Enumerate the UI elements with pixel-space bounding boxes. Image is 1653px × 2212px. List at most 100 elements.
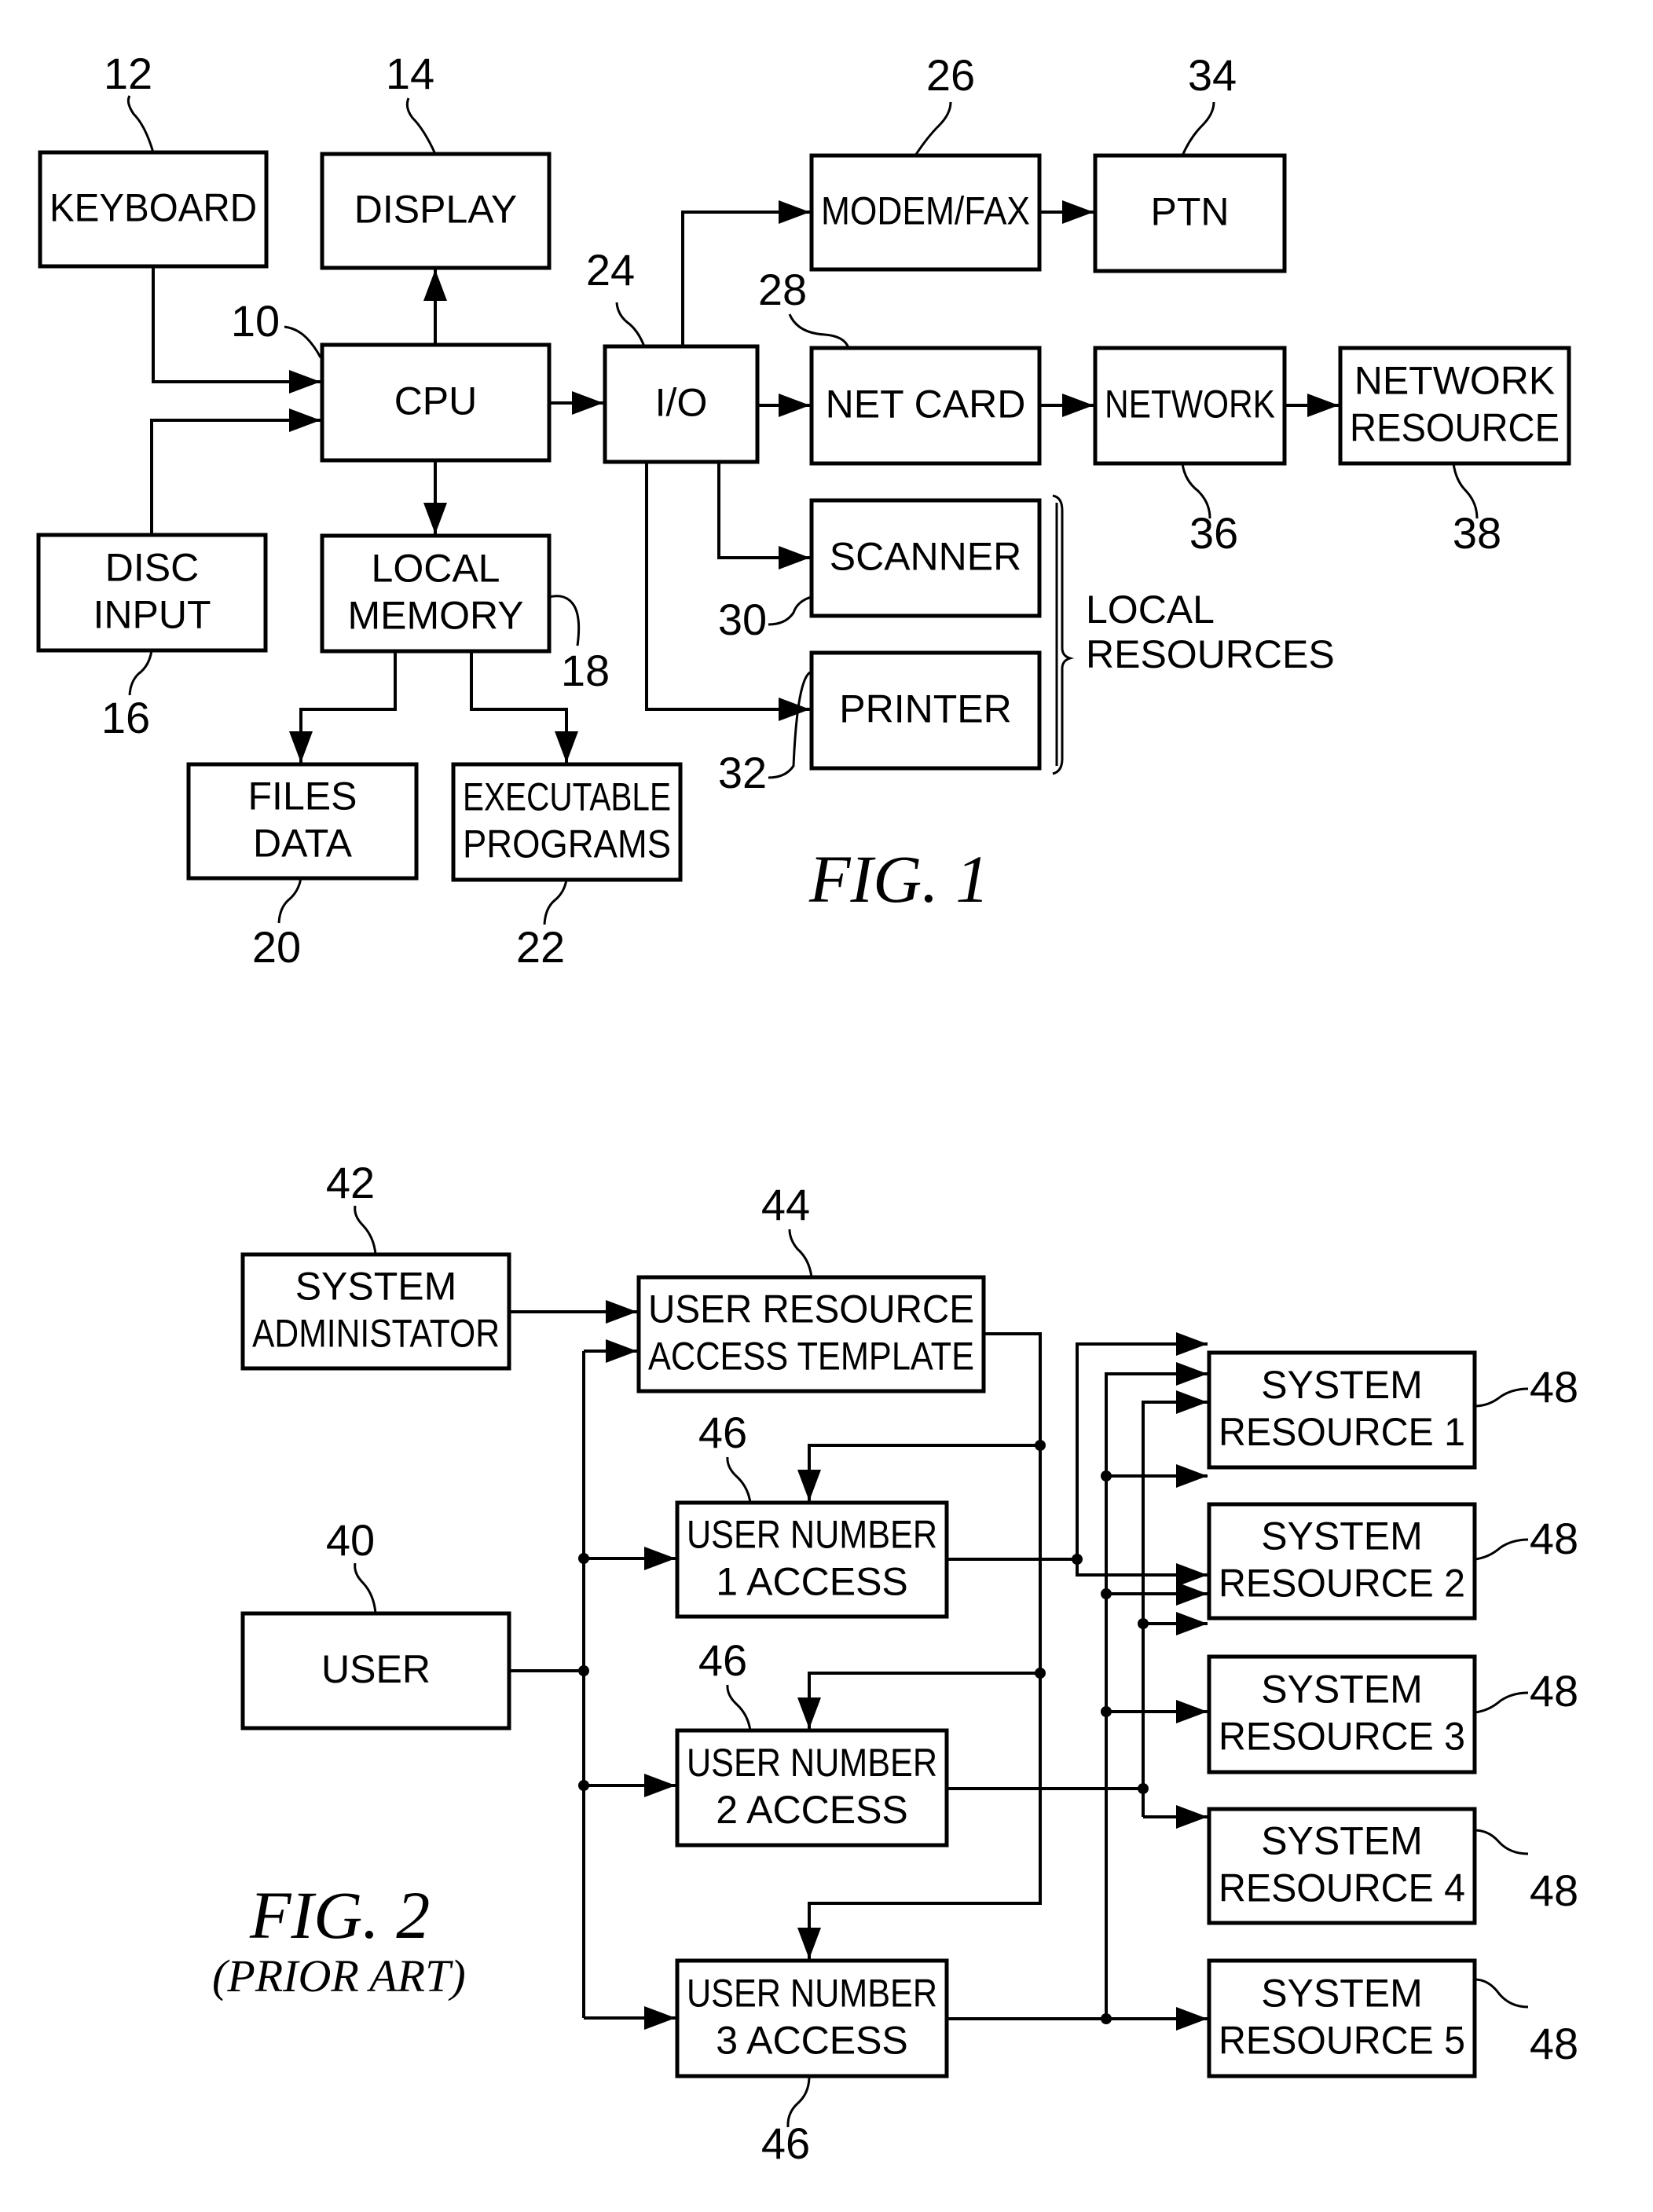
reference-numeral-user-number-3-access: 46	[761, 2119, 810, 2168]
reference-numeral-system-resource-2: 48	[1530, 1514, 1578, 1563]
reference-numeral-user-resource-access-template: 44	[761, 1180, 810, 1229]
block-ptn: PTN 34	[1093, 50, 1287, 273]
un2-bus-vertical	[1142, 1390, 1208, 1817]
block-user-resource-access-template-label-line1: USER RESOURCE	[648, 1287, 974, 1331]
block-system-resource-2-label-line2: RESOURCE 2	[1219, 1562, 1465, 1606]
junction-dot	[1101, 1470, 1112, 1481]
block-display: DISPLAY 14	[320, 49, 552, 270]
block-disc-input-label-line1: DISC	[105, 546, 199, 590]
local-resources-brace	[1052, 494, 1075, 775]
block-keyboard-label-line1: KEYBOARD	[49, 186, 257, 230]
junction-dot	[578, 1780, 589, 1791]
junction-dot	[1101, 2013, 1112, 2024]
block-printer-label-line1: PRINTER	[839, 687, 1011, 731]
junction-dot	[1035, 1668, 1046, 1679]
reference-numeral-display: 14	[386, 49, 434, 98]
block-files-data-label-line1: FILES	[248, 775, 357, 819]
block-user-resource-access-template: USER RESOURCEACCESS TEMPLATE 44	[636, 1180, 986, 1393]
block-user-number-1-access-label-line2: 1 ACCESS	[716, 1560, 908, 1604]
reference-numeral-system-resource-4: 48	[1530, 1866, 1578, 1915]
block-user-number-3-access-label-line1: USER NUMBER	[687, 1972, 937, 2016]
block-modem-fax: MODEM/FAX 26	[809, 50, 1042, 272]
reference-numeral-network-resource: 38	[1453, 508, 1501, 558]
reference-numeral-files-data: 20	[252, 922, 301, 972]
block-net-card: NET CARD 28	[758, 265, 1042, 466]
leader-line-local-memory	[548, 595, 581, 646]
block-disc-input-label-line2: INPUT	[93, 593, 211, 637]
block-system-resource-3-label-line2: RESOURCE 3	[1219, 1715, 1465, 1759]
block-user-number-3-access: USER NUMBER3 ACCESS 46	[675, 1958, 949, 2168]
reference-numeral-network: 36	[1189, 508, 1238, 558]
block-disc-input: DISCINPUT 16	[36, 533, 268, 742]
block-io-label-line1: I/O	[655, 381, 708, 425]
block-cpu-label-line1: CPU	[394, 379, 478, 423]
block-user-number-1-access: USER NUMBER1 ACCESS 46	[675, 1408, 949, 1619]
leader-line-net-card	[788, 313, 850, 349]
local-resources-label-line2: RESOURCES	[1086, 632, 1335, 676]
block-system-resource-4: SYSTEMRESOURCE 4 48	[1207, 1807, 1578, 1925]
leader-line-printer	[768, 670, 812, 779]
leader-line-system-resource-3	[1474, 1691, 1529, 1714]
block-local-memory-label-line1: LOCAL	[372, 547, 500, 591]
block-files-data-label-line2: DATA	[253, 822, 353, 866]
leader-line-disc-input	[128, 650, 153, 696]
figure-2-caption: FIG. 2	[249, 1877, 430, 1953]
block-system-resource-1-label-line2: RESOURCE 1	[1219, 1410, 1465, 1454]
junction-dot	[1138, 1618, 1149, 1629]
block-system-resource-4-label-line1: SYSTEM	[1261, 1819, 1423, 1863]
patent-drawing: KEYBOARD 12 DISPLAY 14 CPU 10 I/O 24 DISCINPUT 16…	[36, 49, 1578, 2168]
block-executable-programs: EXECUTABLEPROGRAMS 22	[451, 762, 683, 972]
block-network-resource-label-line1: NETWORK	[1354, 359, 1556, 403]
leader-line-ptn	[1181, 101, 1215, 156]
block-printer: PRINTER 32	[718, 650, 1042, 797]
block-scanner-label-line1: SCANNER	[830, 535, 1021, 579]
reference-numeral-modem-fax: 26	[926, 50, 975, 100]
reference-numeral-scanner: 30	[718, 595, 767, 644]
junction-dot	[1072, 1554, 1083, 1565]
reference-numeral-net-card: 28	[758, 265, 807, 314]
connector-io-scanner	[717, 462, 810, 569]
block-system-resource-1-label-line1: SYSTEM	[1261, 1363, 1423, 1407]
block-network: NETWORK 36	[1093, 346, 1287, 558]
reference-numeral-printer: 32	[718, 748, 767, 797]
block-local-memory: LOCALMEMORY 18	[320, 533, 610, 695]
junction-dot	[1101, 1706, 1112, 1717]
reference-numeral-system-resource-5: 48	[1530, 2019, 1578, 2068]
reference-numeral-system-resource-3: 48	[1530, 1666, 1578, 1716]
block-files-data: FILESDATA 20	[186, 762, 419, 972]
block-system-administator: SYSTEMADMINISTATOR 42	[240, 1158, 511, 1371]
block-network-resource: NETWORKRESOURCE 38	[1338, 346, 1571, 558]
leader-line-keyboard	[126, 95, 155, 153]
leader-line-io	[615, 302, 646, 347]
figure-2: SYSTEMADMINISTATOR42 USER RESOURCEACCESS …	[212, 1158, 1578, 2168]
reference-numeral-system-resource-1: 48	[1530, 1362, 1578, 1412]
block-system-resource-2-label-line1: SYSTEM	[1261, 1514, 1423, 1558]
leader-line-user-number-1-access	[726, 1456, 752, 1503]
connector-disc-cpu	[150, 408, 321, 535]
connector-io-printer	[645, 462, 810, 721]
connector-memory-programs	[470, 651, 578, 763]
leader-line-user	[354, 1562, 377, 1614]
block-user-number-2-access: USER NUMBER2 ACCESS 46	[675, 1635, 949, 1848]
leader-line-user-number-2-access	[726, 1684, 752, 1731]
reference-numeral-cpu: 10	[231, 296, 280, 346]
block-system-resource-4-label-line2: RESOURCE 4	[1219, 1866, 1465, 1910]
block-system-resource-1: SYSTEMRESOURCE 1 48	[1207, 1350, 1578, 1470]
un3-bus-vertical	[1105, 1362, 1208, 2019]
block-system-resource-5: SYSTEMRESOURCE 5 48	[1207, 1958, 1578, 2078]
block-user-label-line1: USER	[321, 1647, 431, 1691]
block-keyboard: KEYBOARD 12	[38, 49, 269, 269]
reference-numeral-io: 24	[586, 245, 635, 295]
block-user-number-3-access-label-line2: 3 ACCESS	[716, 2019, 908, 2063]
leader-line-user-resource-access-template	[788, 1229, 813, 1278]
figure-1-caption: FIG. 1	[808, 841, 989, 917]
reference-numeral-user-number-2-access: 46	[698, 1635, 747, 1685]
block-scanner: SCANNER 30	[718, 498, 1042, 644]
template-out-bus	[797, 1332, 1042, 1959]
block-system-administator-label-line2: ADMINISTATOR	[252, 1312, 500, 1356]
block-system-resource-5-label-line2: RESOURCE 5	[1219, 2019, 1465, 2063]
reference-numeral-executable-programs: 22	[516, 922, 565, 972]
figure-2-subcaption: (PRIOR ART)	[212, 1950, 466, 2001]
leader-line-system-resource-2	[1474, 1538, 1529, 1561]
leader-line-files-data	[277, 877, 302, 924]
